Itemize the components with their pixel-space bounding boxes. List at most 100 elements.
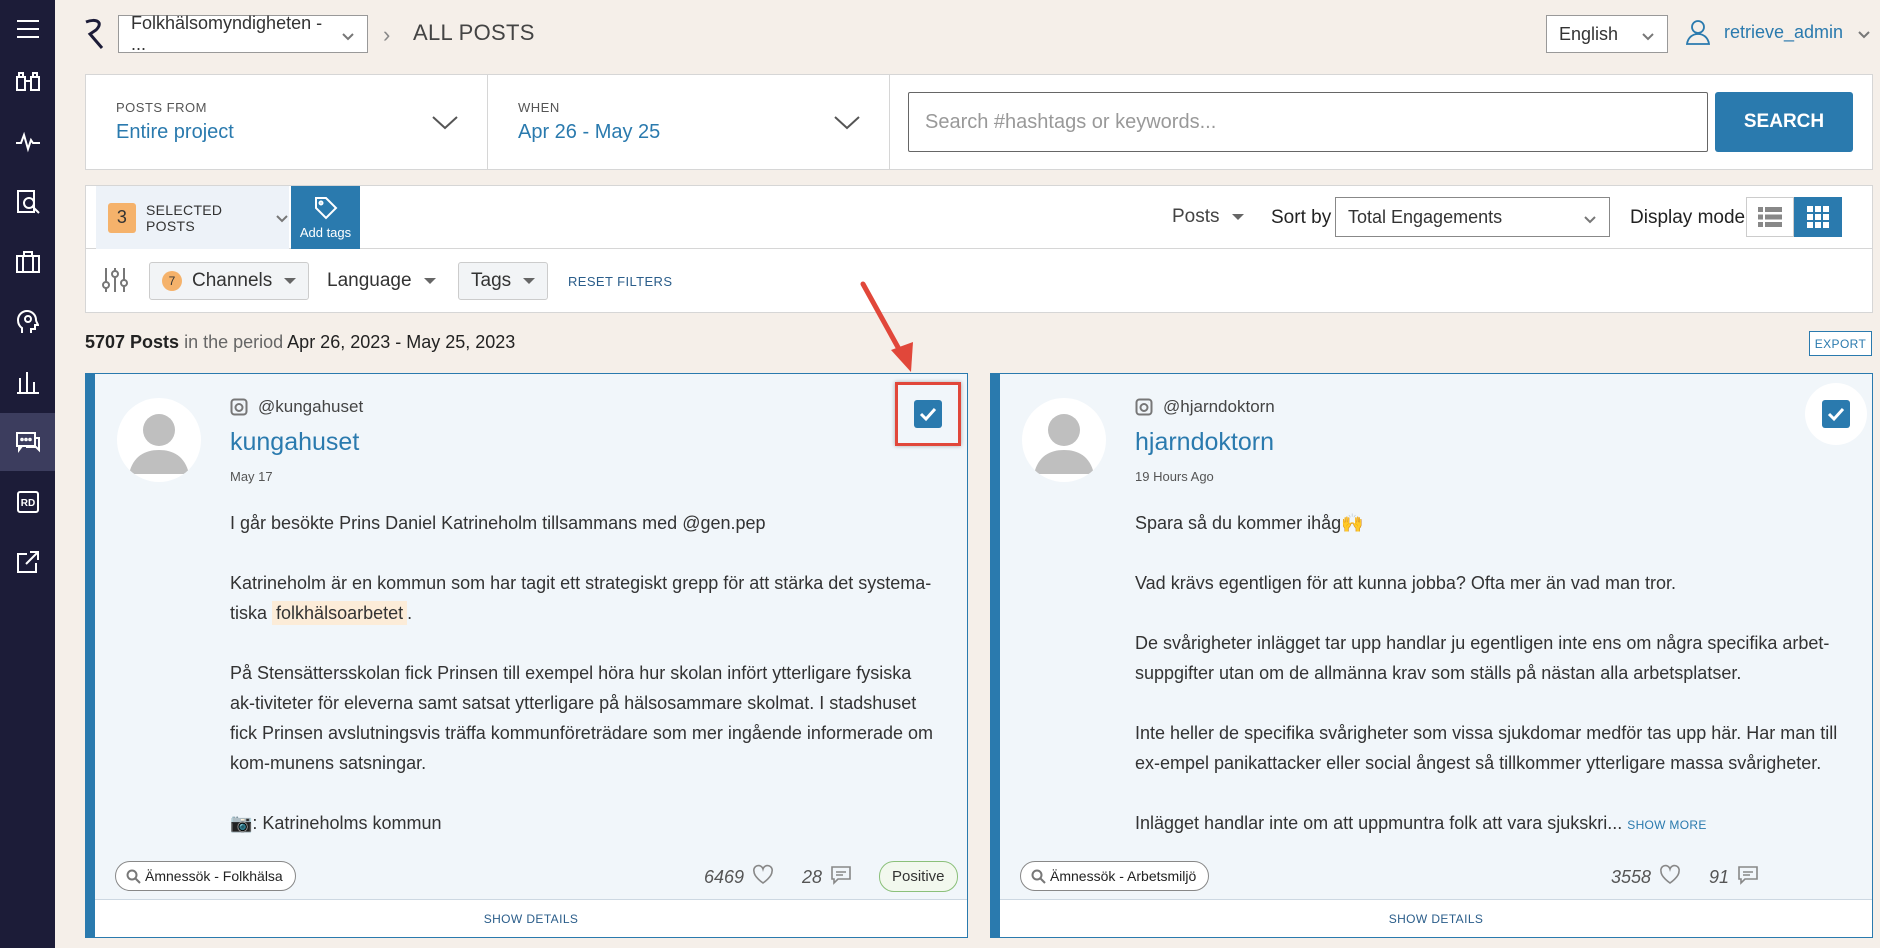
export-button[interactable]: EXPORT (1809, 331, 1872, 356)
post-select-checkbox[interactable] (914, 400, 942, 428)
post-handle[interactable]: @kungahuset (230, 397, 363, 417)
likes-count: 6469 (704, 867, 745, 887)
sliders-icon[interactable] (100, 265, 130, 300)
list-view-button[interactable] (1746, 197, 1794, 237)
chevron-down-icon (1857, 25, 1871, 39)
selected-posts-dropdown[interactable]: 3 SELECTED POSTS (96, 186, 289, 249)
heart-icon (752, 864, 774, 891)
selected-count-badge: 3 (108, 202, 137, 233)
insights-head-icon[interactable] (0, 293, 55, 351)
language-select-value: English (1559, 23, 1619, 44)
post-paragraph: Inte heller de specifika svårigheter som… (1135, 723, 1838, 773)
post-paragraph: De svårigheter inlägget tar upp handlar … (1135, 633, 1830, 683)
handle-text: @kungahuset (258, 397, 364, 416)
page-title: ALL POSTS (413, 20, 535, 45)
topic-tag-label: Ämnessök - Folkhälsa (145, 868, 283, 884)
post-body: Spara så du kommer ihåg🙌 Vad krävs egent… (1135, 508, 1842, 870)
sentiment-badge: Positive (879, 861, 958, 892)
external-link-icon[interactable] (0, 533, 55, 591)
show-more-link[interactable]: SHOW MORE (1627, 818, 1706, 832)
caret-down-icon (523, 278, 536, 284)
search-icon (126, 869, 141, 884)
channels-filter[interactable]: 7 Channels (149, 262, 310, 300)
post-text: . (407, 603, 413, 623)
username: retrieve_admin (1724, 21, 1844, 42)
channels-label: Channels (192, 270, 273, 291)
post-card[interactable]: @kungahuset kungahuset May 17 I går besö… (85, 373, 968, 938)
activity-icon[interactable] (0, 113, 55, 171)
posts-type-dropdown[interactable]: Posts (1172, 206, 1244, 228)
instagram-icon (1135, 398, 1153, 416)
search-button[interactable]: SEARCH (1715, 92, 1853, 152)
project-select[interactable]: Folkhälsomyndigheten - ... (118, 13, 368, 54)
tags-filter[interactable]: Tags (458, 262, 549, 300)
caret-down-icon (284, 278, 297, 284)
add-tags-button[interactable]: Add tags (291, 186, 360, 249)
chevron-down-icon (833, 111, 861, 138)
retrieve-logo[interactable] (82, 16, 110, 52)
post-handle[interactable]: @hjarndoktorn (1135, 397, 1275, 417)
posts-type-value: Posts (1172, 206, 1220, 227)
when-dropdown[interactable]: WHEN Apr 26 - May 25 (488, 75, 890, 169)
sidebar: RD (0, 0, 55, 948)
topic-tag[interactable]: Ämnessök - Folkhälsa (115, 861, 296, 891)
show-details-button[interactable]: SHOW DETAILS (1000, 899, 1872, 937)
user-menu[interactable]: retrieve_admin (1684, 18, 1871, 46)
post-author[interactable]: hjarndoktorn (1135, 428, 1274, 457)
show-details-button[interactable]: SHOW DETAILS (95, 899, 967, 937)
topic-tag[interactable]: Ämnessök - Arbetsmiljö (1020, 861, 1210, 891)
post-paragraph: På Stensättersskolan fick Prinsen till e… (230, 663, 933, 773)
post-select-checkbox[interactable] (1822, 400, 1850, 428)
language-select[interactable]: English (1546, 15, 1668, 53)
search-input[interactable] (908, 92, 1708, 152)
bar-chart-icon[interactable] (0, 353, 55, 411)
search-report-icon[interactable] (0, 173, 55, 231)
svg-text:RD: RD (20, 498, 34, 509)
period-prefix: in the period (184, 332, 284, 352)
posts-chat-icon[interactable] (0, 413, 55, 471)
comments-count: 28 (802, 867, 823, 887)
posts-from-dropdown[interactable]: POSTS FROM Entire project (86, 75, 488, 169)
post-author[interactable]: kungahuset (230, 428, 359, 457)
language-filter[interactable]: Language (327, 270, 436, 292)
menu-icon[interactable] (0, 0, 55, 58)
reset-filters-link[interactable]: RESET FILTERS (568, 274, 672, 289)
post-paragraph: Katrineholm är en kommun som har tagit e… (230, 568, 937, 628)
post-paragraph: Vad krävs egentligen för att kunna jobba… (1135, 573, 1676, 593)
search-icon (1031, 869, 1046, 884)
avatar (1022, 398, 1106, 482)
rd-icon[interactable]: RD (0, 473, 55, 531)
grid-view-button[interactable] (1794, 197, 1842, 237)
likes-count: 3558 (1611, 867, 1652, 887)
display-mode-label: Display mode (1630, 207, 1746, 228)
channels-count-badge: 7 (162, 271, 182, 291)
binoculars-icon[interactable] (0, 53, 55, 111)
chevron-down-icon (275, 211, 289, 225)
briefcase-icon[interactable] (0, 233, 55, 291)
posts-from-value: Entire project (116, 121, 234, 143)
breadcrumb-chevron-icon: › (383, 22, 391, 47)
results-summary: 5707 Posts in the period Apr 26, 2023 - … (85, 332, 515, 353)
chevron-down-icon (431, 111, 459, 138)
period-range: Apr 26, 2023 - May 25, 2023 (287, 332, 516, 352)
highlighted-keyword: folkhälsoarbetet (272, 601, 408, 625)
add-tags-label: Add tags (299, 225, 352, 240)
engagement-stats: 3558 91 (1611, 864, 1759, 891)
post-text: Inlägget handlar inte om att uppmuntra f… (1135, 813, 1623, 833)
chevron-down-icon (1641, 27, 1655, 41)
post-card[interactable]: @hjarndoktorn hjarndoktorn 19 Hours Ago … (990, 373, 1873, 938)
chevron-down-icon (341, 27, 355, 41)
project-select-value: Folkhälsomyndigheten - ... (131, 13, 323, 54)
sort-select-value: Total Engagements (1348, 206, 1503, 227)
post-paragraph: Spara så du kommer ihåg🙌 (1135, 513, 1364, 533)
comment-icon (830, 864, 852, 891)
caret-down-icon (423, 278, 436, 284)
post-date: May 17 (230, 469, 273, 484)
post-paragraph: Inlägget handlar inte om att uppmuntra f… (1135, 808, 1842, 840)
posts-toolbar: 3 SELECTED POSTS Add tags Posts Sort by … (85, 185, 1873, 249)
grid-view-icon (1807, 206, 1829, 228)
selected-posts-label: SELECTED POSTS (146, 201, 223, 234)
post-date: 19 Hours Ago (1135, 469, 1214, 484)
post-body: I går besökte Prins Daniel Katrineholm t… (230, 508, 937, 868)
sort-select[interactable]: Total Engagements (1335, 197, 1610, 237)
